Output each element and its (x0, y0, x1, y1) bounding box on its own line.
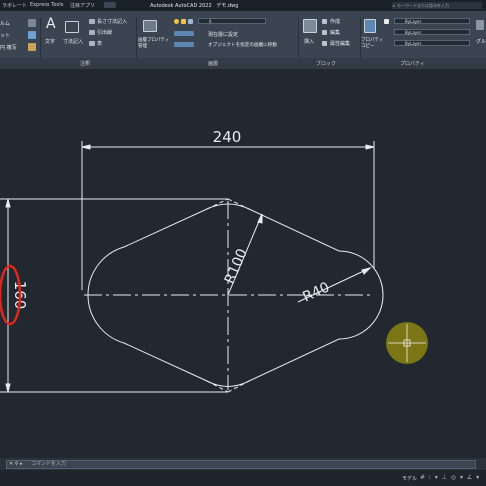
tab-featured-apps[interactable]: 注目アプリ (70, 2, 95, 9)
layer-dropdown[interactable]: 0 (198, 18, 266, 24)
edit-attribute-button[interactable]: 属性編集 (330, 40, 350, 47)
edit-block-button[interactable]: 編集 (330, 29, 340, 36)
lineweight-value: ByLayer (405, 41, 422, 46)
panel-properties[interactable]: プロパティ (400, 60, 425, 67)
model-space-button[interactable]: モデル (402, 475, 417, 482)
lineweight-dropdown[interactable]: ByLayer (394, 40, 470, 46)
radius-arrow-large (257, 213, 263, 224)
dimension-icon[interactable] (65, 21, 79, 33)
linetype-dropdown[interactable]: ByLayer (394, 29, 470, 35)
group-button[interactable]: グル (476, 38, 486, 45)
table-icon[interactable] (89, 41, 95, 46)
text-button[interactable]: 文字 (45, 38, 55, 45)
linear-dim-icon[interactable] (89, 19, 95, 24)
dim-arrow-bottom (5, 383, 11, 393)
layer-lock-icon[interactable] (188, 19, 193, 24)
status-toggle-icons[interactable]: # ⁝ ▾ ⊥ ◎ ▾ ∠ ▾ (420, 474, 480, 481)
ribbon-left-item-2[interactable]: ット (0, 32, 10, 39)
text-tool-icon[interactable]: A (46, 16, 56, 32)
leader-button[interactable]: 引出線 (97, 29, 112, 36)
ribbon-left-item-1[interactable]: ルム (0, 20, 10, 27)
linetype-value: ByLayer (405, 30, 422, 35)
dim-arrow-left (81, 144, 91, 150)
tab-collaborate[interactable]: ラボレート (2, 2, 27, 9)
search-placeholder: キーワードまたは語句を入力 (397, 3, 449, 8)
panel-block[interactable]: ブロック (316, 60, 336, 67)
create-block-button[interactable]: 作成 (330, 18, 340, 25)
dim-arrow-top (5, 198, 11, 208)
layer-tools-row-1-icon[interactable] (174, 31, 194, 36)
insert-button[interactable]: 挿入 (304, 38, 314, 45)
match-layer-button[interactable]: オブジェクトを指定の画層に移動 (208, 42, 277, 48)
drawing-svg: 240 160 R100 R40 (0, 128, 428, 393)
match-properties-icon[interactable] (364, 19, 376, 33)
table-button[interactable]: 表 (97, 40, 102, 47)
workspace-toggle-button[interactable] (104, 2, 116, 8)
search-input[interactable]: ▸ キーワードまたは語句を入力 (392, 2, 482, 9)
status-bar: モデル # ⁝ ▾ ⊥ ◎ ▾ ∠ ▾ (0, 470, 486, 486)
layer-name: 0 (209, 19, 212, 24)
dimension-button[interactable]: 寸法記入 (63, 38, 83, 45)
color-value: ByLayer (405, 19, 422, 24)
linear-dimension-button[interactable]: 長さ寸法記入 (97, 18, 127, 25)
radius-large-text[interactable]: R100 (222, 247, 251, 287)
dim-width-text[interactable]: 240 (213, 128, 242, 146)
create-block-icon[interactable] (322, 19, 327, 24)
group-icon[interactable] (476, 20, 484, 30)
leader-icon[interactable] (89, 30, 95, 35)
array-tool-icon[interactable] (28, 43, 36, 51)
ribbon-left-item-3[interactable]: 円 複写 (0, 44, 17, 51)
ribbon: ルム ット 円 複写 A 文字 寸法記入 長さ寸法記入 引出線 表 画層プロパテ… (0, 11, 486, 69)
layer-tools-row-2-icon[interactable] (174, 42, 194, 47)
set-current-button[interactable]: 現在層に設定 (208, 31, 238, 38)
draw-tool-icon[interactable] (28, 19, 36, 27)
radius-small-text[interactable]: R40 (300, 279, 332, 305)
edit-attribute-icon[interactable] (322, 41, 327, 46)
dim-arrow-right (365, 144, 375, 150)
insert-icon[interactable] (303, 19, 317, 33)
drawing-canvas[interactable]: 240 160 R100 R40 (0, 69, 486, 458)
tab-express-tools[interactable]: Express Tools (30, 2, 63, 8)
search-icon: ▸ (393, 3, 396, 8)
panel-layers[interactable]: 画層 (208, 60, 218, 67)
app-name: Autodesk AutoCAD 2022 (150, 3, 212, 9)
panel-annotation[interactable]: 注釈 (80, 60, 90, 67)
command-line-input[interactable]: ✕ ⚲ ▸ コマンドを入力 (6, 460, 476, 469)
color-dropdown[interactable]: ByLayer (394, 18, 470, 24)
color-swatch-icon (384, 19, 389, 24)
layer-freeze-icon[interactable] (181, 19, 186, 24)
layer-properties-button[interactable]: 画層プロパティ 管理 (138, 38, 169, 49)
command-placeholder: コマンドを入力 (31, 461, 67, 467)
file-name: デモ.dwg (216, 3, 239, 9)
edit-block-icon[interactable] (322, 30, 327, 35)
radius-arrow-small (361, 267, 372, 275)
command-line-icons[interactable]: ✕ ⚲ ▸ (9, 461, 23, 468)
window-title: Autodesk AutoCAD 2022 デモ.dwg (150, 2, 238, 9)
layer-properties-icon[interactable] (143, 20, 157, 32)
match-properties-button[interactable]: プロパティ コピー (361, 38, 383, 49)
layer-on-icon[interactable] (174, 19, 179, 24)
title-bar: ラボレート Express Tools 注目アプリ Autodesk AutoC… (0, 0, 486, 11)
modify-tool-icon[interactable] (28, 31, 36, 39)
